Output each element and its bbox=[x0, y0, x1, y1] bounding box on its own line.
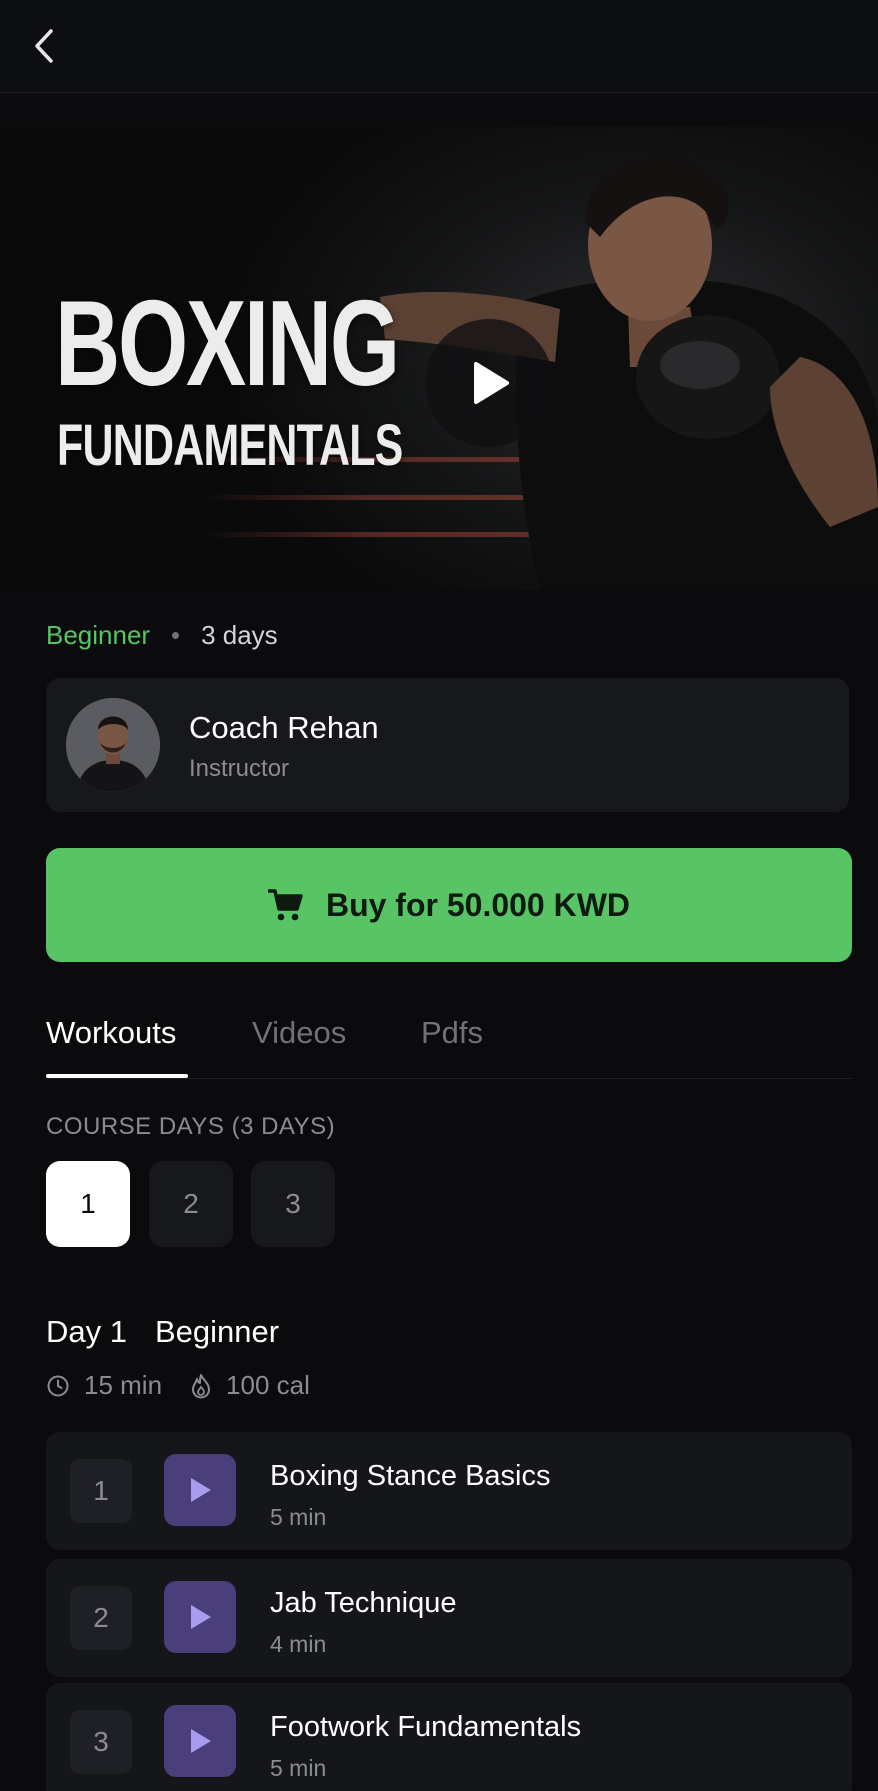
course-meta: Beginner 3 days bbox=[46, 618, 278, 652]
day-number: Day 1 bbox=[46, 1314, 127, 1349]
calories-stat: 100 cal bbox=[190, 1370, 310, 1401]
coach-name: Coach Rehan bbox=[189, 710, 379, 745]
back-button[interactable] bbox=[22, 22, 66, 70]
hero-title-fundamentals: FUNDAMENTALS bbox=[57, 413, 403, 478]
content-tabs: Workouts Videos Pdfs bbox=[46, 1005, 852, 1079]
workout-title: Boxing Stance Basics bbox=[270, 1460, 551, 1492]
buy-button-label: Buy for 50.000 KWD bbox=[325, 886, 631, 923]
workout-item[interactable]: 1 Boxing Stance Basics 5 min bbox=[46, 1432, 852, 1550]
course-days-label: COURSE DAYS (3 DAYS) bbox=[46, 1113, 336, 1140]
calories-value: 100 cal bbox=[226, 1370, 310, 1400]
workout-duration: 5 min bbox=[270, 1504, 327, 1530]
level-label: Beginner bbox=[46, 619, 151, 650]
workout-item[interactable]: 2 Jab Technique 4 min bbox=[46, 1559, 852, 1677]
active-tab-indicator bbox=[46, 1074, 188, 1078]
day-heading: Day 1 Beginner bbox=[46, 1314, 279, 1350]
chevron-left-icon bbox=[35, 29, 53, 63]
flame-icon bbox=[192, 1373, 211, 1398]
play-icon bbox=[191, 1605, 211, 1629]
workout-duration: 5 min bbox=[270, 1755, 327, 1781]
workout-number: 1 bbox=[70, 1459, 132, 1523]
day-selector-2[interactable]: 2 bbox=[149, 1161, 233, 1247]
play-video-button[interactable] bbox=[425, 319, 553, 447]
hero-video[interactable]: BOXING FUNDAMENTALS bbox=[0, 127, 878, 590]
tab-pdfs[interactable]: Pdfs bbox=[421, 1015, 483, 1051]
play-icon bbox=[474, 362, 509, 404]
workout-item[interactable]: 3 Footwork Fundamentals 5 min bbox=[46, 1683, 852, 1791]
buy-button[interactable]: Buy for 50.000 KWD bbox=[46, 848, 852, 962]
workout-title: Jab Technique bbox=[270, 1587, 457, 1619]
play-icon bbox=[191, 1478, 211, 1502]
coach-card[interactable]: Coach Rehan Instructor bbox=[46, 678, 849, 812]
duration-label: 3 days bbox=[201, 619, 278, 650]
clock-icon bbox=[47, 1375, 69, 1396]
time-stat: 15 min bbox=[46, 1370, 162, 1401]
workout-play-button[interactable] bbox=[164, 1454, 236, 1526]
day-selector-1[interactable]: 1 bbox=[46, 1161, 130, 1247]
hero-title-boxing: BOXING bbox=[55, 275, 400, 411]
cart-icon bbox=[267, 889, 303, 921]
separator-dot bbox=[172, 631, 180, 639]
workout-play-button[interactable] bbox=[164, 1705, 236, 1777]
play-icon bbox=[191, 1729, 211, 1753]
coach-role: Instructor bbox=[189, 755, 290, 782]
day-level: Beginner bbox=[154, 1314, 280, 1349]
workout-title: Footwork Fundamentals bbox=[270, 1711, 582, 1743]
avatar bbox=[66, 698, 160, 792]
workout-duration: 4 min bbox=[270, 1631, 327, 1657]
workout-number: 2 bbox=[70, 1586, 132, 1650]
day-selector-3[interactable]: 3 bbox=[251, 1161, 335, 1247]
tab-workouts[interactable]: Workouts bbox=[46, 1015, 176, 1051]
tab-videos[interactable]: Videos bbox=[252, 1015, 346, 1051]
time-value: 15 min bbox=[84, 1370, 163, 1400]
workout-play-button[interactable] bbox=[164, 1581, 236, 1653]
workout-number: 3 bbox=[70, 1710, 132, 1774]
top-bar bbox=[0, 0, 878, 93]
day-stats: 15 min 100 cal bbox=[46, 1370, 310, 1401]
